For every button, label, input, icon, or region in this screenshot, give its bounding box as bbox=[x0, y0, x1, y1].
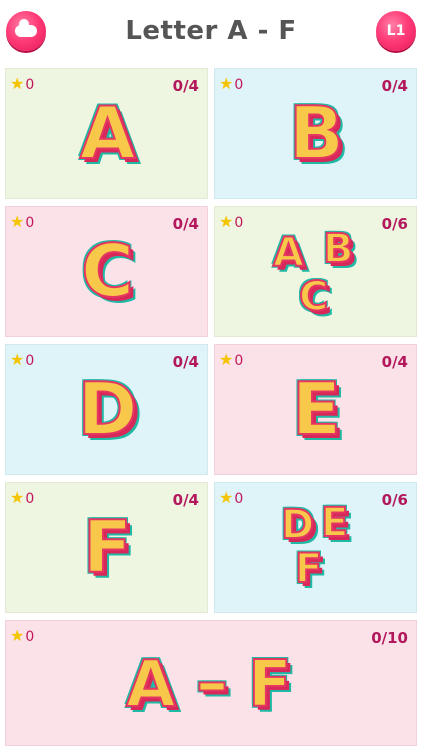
star-score: ★0 bbox=[10, 626, 35, 646]
star-icon: ★ bbox=[219, 212, 234, 231]
star-icon: ★ bbox=[10, 488, 25, 507]
star-score: ★0 bbox=[219, 350, 244, 370]
star-icon: ★ bbox=[10, 626, 25, 645]
letter-c-glyph: C bbox=[298, 274, 329, 320]
star-score: ★0 bbox=[10, 350, 35, 370]
letter-card-a[interactable]: ★0 0/4 A bbox=[5, 68, 208, 199]
letter-b-glyph: B bbox=[288, 91, 345, 175]
progress-count: 0/6 bbox=[381, 215, 408, 233]
star-icon: ★ bbox=[219, 74, 234, 93]
star-score: ★0 bbox=[219, 212, 244, 232]
letter-d-glyph: D bbox=[280, 502, 315, 548]
progress-count: 0/4 bbox=[381, 353, 408, 371]
letter-b-glyph: B bbox=[322, 226, 354, 272]
letter-card-abc[interactable]: ★0 0/6 A B C bbox=[214, 206, 417, 337]
star-icon: ★ bbox=[219, 350, 234, 369]
progress-count: 0/4 bbox=[172, 215, 199, 233]
letter-card-f[interactable]: ★0 0/4 F bbox=[5, 482, 208, 613]
star-icon: ★ bbox=[10, 350, 25, 369]
progress-count: 0/10 bbox=[371, 629, 408, 647]
header-bar: Letter A - F L1 bbox=[0, 0, 422, 62]
progress-count: 0/4 bbox=[172, 77, 199, 95]
letter-a-glyph: A bbox=[79, 91, 137, 175]
progress-count: 0/4 bbox=[172, 491, 199, 509]
star-icon: ★ bbox=[10, 212, 25, 231]
letter-a-glyph: A bbox=[272, 230, 305, 276]
progress-count: 0/6 bbox=[381, 491, 408, 509]
level-button[interactable]: L1 bbox=[376, 11, 416, 51]
star-score: ★0 bbox=[219, 74, 244, 94]
letter-card-a-f[interactable]: ★0 0/10 A – F bbox=[5, 620, 417, 746]
page-title: Letter A - F bbox=[125, 16, 297, 46]
star-score: ★0 bbox=[219, 488, 244, 508]
letter-e-glyph: E bbox=[291, 367, 342, 451]
star-icon: ★ bbox=[219, 488, 234, 507]
letter-f-glyph: F bbox=[247, 648, 293, 722]
dash-glyph: – bbox=[195, 646, 229, 720]
letter-card-e[interactable]: ★0 0/4 E bbox=[214, 344, 417, 475]
star-icon: ★ bbox=[10, 74, 25, 93]
letter-a-glyph: A bbox=[125, 648, 177, 722]
progress-count: 0/4 bbox=[381, 77, 408, 95]
letter-card-def[interactable]: ★0 0/6 D E F bbox=[214, 482, 417, 613]
letter-card-d[interactable]: ★0 0/4 D bbox=[5, 344, 208, 475]
letter-card-b[interactable]: ★0 0/4 B bbox=[214, 68, 417, 199]
letter-d-glyph: D bbox=[77, 367, 139, 451]
progress-count: 0/4 bbox=[172, 353, 199, 371]
star-score: ★0 bbox=[10, 212, 35, 232]
letter-c-glyph: C bbox=[80, 229, 135, 313]
letter-card-c[interactable]: ★0 0/4 C bbox=[5, 206, 208, 337]
star-score: ★0 bbox=[10, 74, 35, 94]
letter-f-glyph: F bbox=[294, 546, 323, 592]
star-score: ★0 bbox=[10, 488, 35, 508]
letter-f-glyph: F bbox=[82, 505, 133, 589]
letter-e-glyph: E bbox=[320, 500, 349, 546]
